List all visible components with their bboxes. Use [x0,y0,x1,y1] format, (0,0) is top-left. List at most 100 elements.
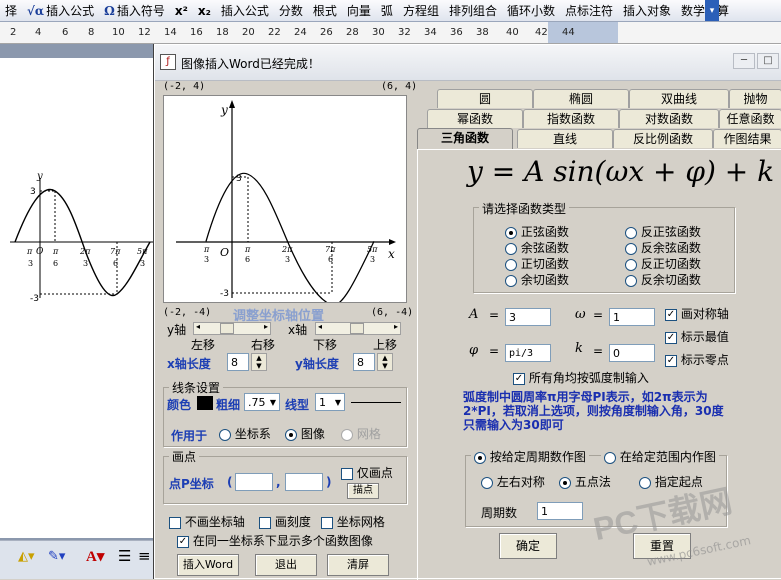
color-swatch[interactable] [197,396,213,410]
tab-plot-result[interactable]: 作图结果 [713,129,781,148]
tab-inverse-proportion[interactable]: 反比例函数 [613,129,713,148]
toolbar-item-insert-symbol[interactable]: Ω 插入符号 [99,1,170,21]
ticks-checkbox[interactable]: 画刻度 [259,513,311,530]
toolbar-label: 弧 [380,3,393,18]
toolbar-item-repeating-decimal[interactable]: 循环小数 [502,1,560,21]
y-length-spinner-icon[interactable]: ▲ ▼ [377,353,393,371]
line-type-select[interactable]: 1 ▼ [315,393,345,411]
toolbar-item-select[interactable]: 择 [0,1,22,21]
no-axes-checkbox[interactable]: 不画坐标轴 [169,513,245,530]
y-length-input[interactable]: 8 [353,353,375,371]
period-count-input[interactable]: 1 [537,502,583,520]
scroll-right-icon[interactable]: ▸ [394,322,398,331]
cotangent-radio[interactable]: 余切函数 [505,271,569,288]
exit-button[interactable]: 退出 [255,554,317,576]
radio-label: 图像 [300,427,325,441]
doc-x-tick: 3 [140,259,145,268]
scroll-thumb[interactable] [350,323,364,334]
x-length-input[interactable]: 8 [227,353,249,371]
toolbar-item-insert-formula-2[interactable]: 插入公式 [216,1,274,21]
document-sine-graph[interactable]: y 3 -3 π 3 O π 6 2π 3 7π 6 5π 3 [0,58,155,538]
document-page[interactable]: y 3 -3 π 3 O π 6 2π 3 7π 6 5π 3 [0,58,155,538]
apply-grid-radio[interactable]: 网格 [341,425,381,442]
toolbar-item-insert-formula[interactable]: √α 插入公式 [22,1,99,21]
symmetry-axis-checkbox[interactable]: ✓ 画对称轴 [665,305,729,322]
x-length-label: x轴长度 [167,357,211,371]
checkbox-checked-icon: ✓ [665,331,677,344]
scroll-thumb[interactable] [220,323,234,334]
ok-button[interactable]: 确定 [499,533,557,559]
apply-image-radio[interactable]: 图像 [285,425,325,442]
font-color-icon[interactable]: A▾ [86,547,104,566]
tab-exponential-function[interactable]: 指数函数 [523,109,619,128]
toolbar-item-combinatorics[interactable]: 排列组合 [444,1,502,21]
plot-point-button[interactable]: 描点 [347,483,379,499]
x-length-spinner-icon[interactable]: ▲ ▼ [251,353,267,371]
arccosine-radio[interactable]: 反余弦函数 [625,239,701,256]
toolbar-item-equations[interactable]: 方程组 [398,1,444,21]
y-axis-position-scrollbar[interactable]: ◂ ▸ [193,322,271,335]
dash-style-icon[interactable]: ≡ [138,547,151,565]
radian-checkbox[interactable]: ✓ 所有角均按弧度制输入 [513,369,649,386]
only-point-checkbox[interactable]: 仅画点 [341,464,393,481]
zero-point-checkbox[interactable]: ✓ 标示零点 [665,351,729,368]
graph-canvas[interactable]: y x O 3 -3 π 3 π 6 2π 3 7π 6 5π 3 [163,95,407,306]
tab-ellipse[interactable]: 椭圆 [533,89,629,108]
arccotangent-radio[interactable]: 反余切函数 [625,271,701,288]
param-k-label: k [575,341,583,356]
scroll-right-icon[interactable]: ▸ [264,322,268,331]
toolbar-overflow-icon[interactable]: ▾ [705,0,719,21]
grid-checkbox[interactable]: 坐标网格 [321,513,385,530]
tab-hyperbola[interactable]: 双曲线 [629,89,729,108]
symmetric-radio[interactable]: 左右对称 [481,473,545,490]
apply-axes-radio[interactable]: 坐标系 [219,425,271,442]
fill-color-icon[interactable]: ◭▾ [18,549,35,564]
dialog-titlebar[interactable]: ƒ 图像插入Word已经完成！ ─ □ [155,45,781,81]
sine-radio[interactable]: 正弦函数 [505,223,569,240]
tab-circle[interactable]: 圆 [437,89,533,108]
minimize-icon[interactable]: ─ [733,53,755,69]
tab-logarithmic-function[interactable]: 对数函数 [619,109,719,128]
radio-icon [505,242,517,255]
tab-power-function[interactable]: 幂函数 [427,109,523,128]
clear-button[interactable]: 清屏 [327,554,389,576]
line-color-icon[interactable]: ✎▾ [48,549,65,564]
extremum-checkbox[interactable]: ✓ 标示最值 [665,328,729,345]
param-omega-input[interactable]: 1 [609,308,655,326]
arcsine-radio[interactable]: 反正弦函数 [625,223,701,240]
by-period-radio[interactable]: 按给定周期数作图 [471,448,589,465]
maximize-icon[interactable]: □ [757,53,779,69]
toolbar-item-subscript[interactable]: x₂ [193,1,216,21]
tab-trig-function[interactable]: 三角函数 [417,128,513,149]
point-x-input[interactable] [235,473,273,491]
five-point-radio[interactable]: 五点法 [559,473,611,490]
x-axis-position-scrollbar[interactable]: ◂ ▸ [315,322,401,335]
cosine-radio[interactable]: 余弦函数 [505,239,569,256]
point-y-input[interactable] [285,473,323,491]
arctangent-radio[interactable]: 反正切函数 [625,255,701,272]
param-k-input[interactable]: 0 [609,344,655,362]
tangent-radio[interactable]: 正切函数 [505,255,569,272]
scroll-left-icon[interactable]: ◂ [318,322,322,331]
equals-sign: = [593,308,604,322]
param-phi-input[interactable]: pi/3 [505,344,551,362]
paren: ) [326,475,332,489]
line-width-select[interactable]: .75 ▼ [244,393,280,411]
toolbar-item-dot-marks[interactable]: 点标注符 [560,1,618,21]
toolbar-item-insert-object[interactable]: 插入对象 [618,1,676,21]
toolbar-item-superscript[interactable]: x² [170,1,193,21]
toolbar-item-fraction[interactable]: 分数 [274,1,308,21]
toolbar-item-vector[interactable]: 向量 [342,1,376,21]
toolbar-item-arc[interactable]: 弧 [376,1,398,21]
toolbar-label: 向量 [346,3,371,18]
tab-arbitrary-function[interactable]: 任意函数 [719,109,781,128]
insert-word-button[interactable]: 插入Word [177,554,239,576]
tab-line[interactable]: 直线 [517,129,613,148]
toolbar-item-radical[interactable]: 根式 [308,1,342,21]
param-a-input[interactable]: 3 [505,308,551,326]
scroll-left-icon[interactable]: ◂ [196,322,200,331]
multi-function-checkbox[interactable]: ✓ 在同一坐标系下显示多个函数图像 [177,532,373,549]
by-range-radio[interactable]: 在给定范围内作图 [601,448,719,465]
line-style-icon[interactable]: ☰ [118,547,131,565]
tab-parabola[interactable]: 抛物 [729,89,781,108]
